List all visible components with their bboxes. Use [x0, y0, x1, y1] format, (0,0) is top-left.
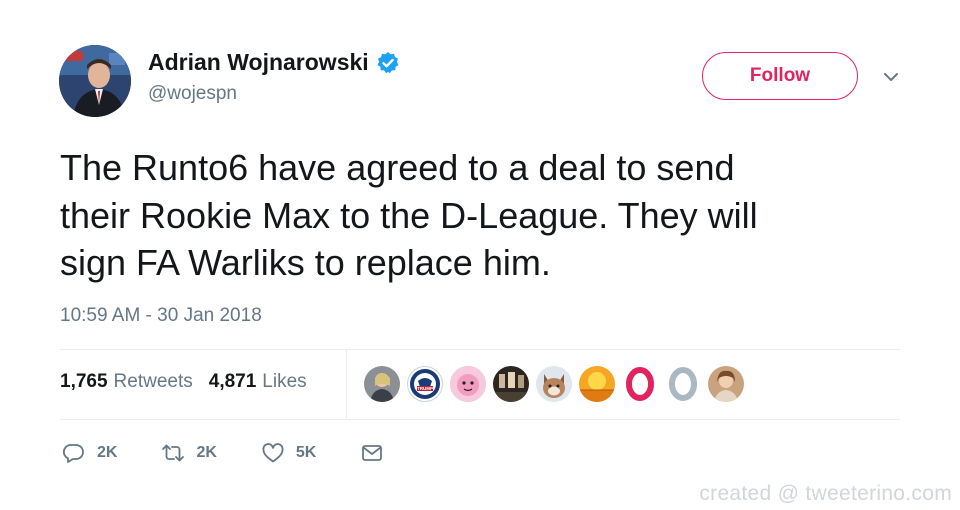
retweets-stat[interactable]: 1,765 Retweets — [60, 371, 193, 393]
avatar-photo — [59, 45, 131, 117]
liker-avatar[interactable] — [364, 366, 400, 402]
tweet-line: sign FA Warliks to replace him. — [60, 242, 551, 283]
like-count: 5K — [295, 444, 317, 461]
follow-button[interactable]: Follow — [702, 52, 858, 100]
reply-button[interactable]: 2K — [62, 441, 117, 465]
liker-avatar[interactable] — [622, 366, 658, 402]
liker-avatar[interactable] — [536, 366, 572, 402]
gray-ring-icon — [665, 366, 701, 402]
divider — [60, 419, 900, 420]
liker-avatar[interactable] — [450, 366, 486, 402]
reply-icon — [62, 444, 84, 463]
watermark: created @ tweeterino.com — [699, 482, 952, 505]
liker-avatar[interactable] — [665, 366, 701, 402]
tweet-text: The Runto6 have agreed to a deal to send… — [60, 144, 910, 287]
tweet-line: The Runto6 have agreed to a deal to send — [60, 147, 735, 188]
tweet-stats: 1,765 Retweets 4,871 Likes — [60, 371, 307, 393]
author-avatar[interactable] — [59, 45, 131, 117]
trump-seal-text: TRUMP — [417, 386, 433, 391]
liker-avatar[interactable] — [708, 366, 744, 402]
likes-stat[interactable]: 4,871 Likes — [209, 371, 307, 393]
liker-avatar[interactable]: TRUMP — [407, 366, 443, 402]
chevron-down-icon[interactable] — [880, 66, 902, 88]
tweet-actions: 2K 2K 5K — [62, 441, 428, 465]
retweet-count: 2K — [196, 444, 217, 461]
retweets-count: 1,765 — [60, 371, 108, 392]
direct-message-button[interactable] — [360, 441, 384, 465]
likes-label: Likes — [262, 371, 307, 392]
heart-icon — [262, 443, 284, 463]
trump-seal-icon: TRUMP — [410, 369, 440, 399]
retweet-button[interactable]: 2K — [161, 441, 217, 465]
cat-mascot-icon — [536, 366, 572, 402]
liker-avatars: TRUMP — [364, 366, 751, 402]
retweets-label: Retweets — [113, 371, 193, 392]
like-button[interactable]: 5K — [261, 441, 316, 465]
dark-portrait-icon — [493, 366, 529, 402]
likes-count: 4,871 — [208, 371, 257, 392]
retweet-icon — [162, 444, 185, 462]
tweet-timestamp[interactable]: 10:59 AM - 30 Jan 2018 — [60, 305, 262, 327]
author-name-row: Adrian Wojnarowski — [148, 49, 400, 76]
author-display-name[interactable]: Adrian Wojnarowski — [148, 49, 369, 76]
liker-avatar[interactable] — [493, 366, 529, 402]
sunset-circle-icon — [579, 366, 615, 402]
liker-avatar[interactable] — [579, 366, 615, 402]
envelope-icon — [362, 445, 383, 461]
reply-count: 2K — [97, 444, 118, 461]
verified-badge-icon — [376, 51, 400, 75]
author-handle[interactable]: @wojespn — [148, 83, 237, 105]
divider — [60, 349, 900, 350]
red-ring-icon — [622, 366, 658, 402]
profile-photo-2-icon — [708, 366, 744, 402]
stats-separator — [346, 350, 347, 418]
tweet-line: their Rookie Max to the D-League. They w… — [60, 194, 758, 236]
profile-photo-icon — [364, 366, 400, 402]
pink-character-icon — [450, 366, 486, 402]
